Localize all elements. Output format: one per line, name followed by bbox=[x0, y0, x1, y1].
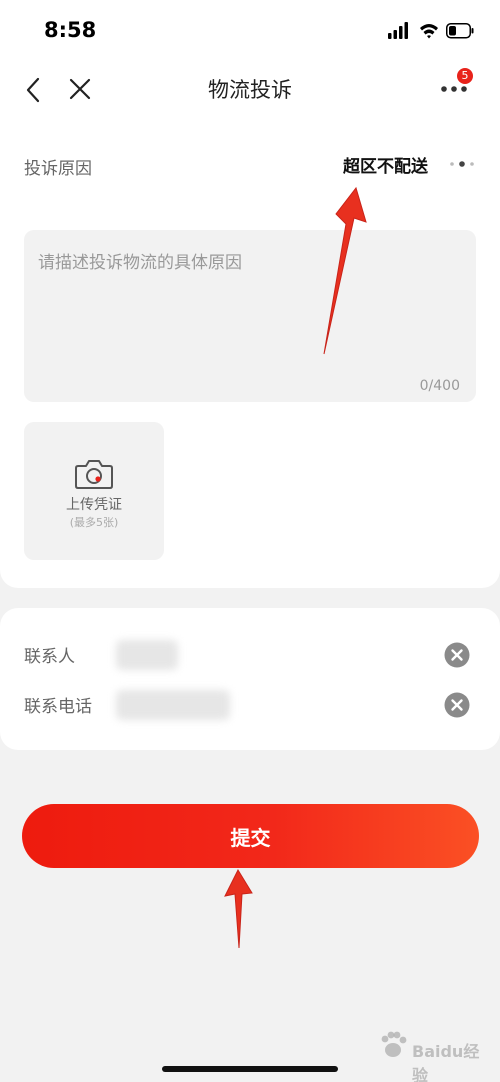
contact-phone-field[interactable] bbox=[116, 690, 230, 720]
status-icons bbox=[388, 22, 474, 39]
description-textarea[interactable]: 请描述投诉物流的具体原因 0/400 bbox=[24, 230, 476, 402]
home-indicator bbox=[162, 1066, 338, 1072]
upload-hint: (最多5张) bbox=[69, 516, 119, 529]
more-dots-icon[interactable] bbox=[448, 160, 476, 168]
contact-phone-row: 联系电话 bbox=[0, 682, 500, 726]
watermark-brand: Baidu bbox=[412, 1042, 464, 1061]
camera-icon bbox=[75, 460, 113, 489]
character-counter: 0/400 bbox=[419, 378, 460, 394]
submit-button[interactable]: 提交 bbox=[22, 804, 479, 868]
watermark: Baidu经验 bbox=[376, 1024, 486, 1082]
more-options-icon[interactable] bbox=[440, 84, 468, 94]
status-bar: 8:58 bbox=[0, 0, 500, 62]
annotation-arrow bbox=[323, 186, 367, 355]
contact-name-label: 联系人 bbox=[24, 647, 75, 667]
reason-selector[interactable]: 超区不配送 bbox=[343, 152, 428, 177]
contact-name-row: 联系人 bbox=[0, 632, 500, 676]
watermark-text: Baidu经验 bbox=[412, 1038, 486, 1082]
contact-card: 联系人 联系电话 bbox=[0, 608, 500, 750]
signal-icon bbox=[388, 22, 408, 39]
battery-icon bbox=[446, 23, 474, 39]
status-time: 8:58 bbox=[44, 18, 97, 42]
notification-badge: 5 bbox=[457, 68, 473, 84]
upload-label: 上传凭证 bbox=[66, 497, 122, 513]
clear-icon[interactable] bbox=[444, 642, 470, 668]
upload-evidence-button[interactable]: 上传凭证 (最多5张) bbox=[24, 422, 164, 560]
complaint-card: 投诉原因 超区不配送 请描述投诉物流的具体原因 0/400 上传凭证 (最多5张… bbox=[0, 118, 500, 588]
baidu-paw-logo bbox=[381, 1031, 407, 1057]
contact-phone-label: 联系电话 bbox=[24, 697, 92, 717]
reason-label: 投诉原因 bbox=[24, 159, 92, 179]
nav-bar: 物流投诉 5 bbox=[0, 62, 500, 118]
clear-icon[interactable] bbox=[444, 692, 470, 718]
wifi-icon bbox=[420, 24, 438, 39]
description-placeholder: 请描述投诉物流的具体原因 bbox=[38, 253, 242, 273]
contact-name-field[interactable] bbox=[116, 640, 178, 670]
page-title: 物流投诉 bbox=[208, 78, 292, 102]
annotation-arrow bbox=[224, 868, 253, 949]
